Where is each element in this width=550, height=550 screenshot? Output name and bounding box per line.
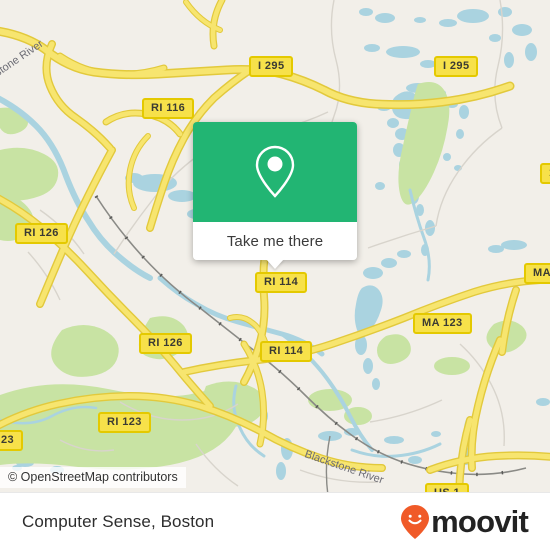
popup-pin-panel xyxy=(193,122,357,222)
place-name-label: Computer Sense, Boston xyxy=(22,511,215,531)
route-shield-ri123: RI 123 xyxy=(98,412,151,433)
route-shield-ma-edge: MA xyxy=(524,263,550,284)
route-shield-ri123-edge: 23 xyxy=(0,430,24,451)
route-shield-ri126-north: RI 126 xyxy=(15,223,68,244)
osm-attribution[interactable]: © OpenStreetMap contributors xyxy=(0,467,186,488)
take-me-there-label: Take me there xyxy=(226,232,324,250)
moovit-smiley-pin-icon xyxy=(401,504,430,539)
map-canvas[interactable]: I 295 I 295 RI 116 RI 126 RI 126 RI 114 RI 114… xyxy=(0,0,550,550)
route-shield-ri116: RI 116 xyxy=(142,98,195,119)
take-me-there-button[interactable]: Take me there xyxy=(193,222,357,269)
route-shield-i295-west: I 295 xyxy=(249,56,294,77)
moovit-map-screen: I 295 I 295 RI 116 RI 126 RI 126 RI 114 RI 114… xyxy=(0,0,550,550)
destination-popup-card[interactable]: Take me there xyxy=(193,122,357,269)
moovit-logo[interactable]: moovit xyxy=(400,504,529,540)
bottom-info-bar: Computer Sense, Boston moovit xyxy=(0,492,550,550)
route-shield-ma123: MA 123 xyxy=(413,313,472,334)
route-shield-ri114-north: RI 114 xyxy=(255,272,308,293)
popup-pointer-tail xyxy=(266,259,284,269)
route-shield-right-edge: 1 xyxy=(540,163,550,184)
moovit-wordmark: moovit xyxy=(431,504,529,539)
route-shield-ri114-south: RI 114 xyxy=(260,341,313,362)
location-pin-icon xyxy=(255,145,295,198)
route-shield-ri126-south: RI 126 xyxy=(139,333,192,354)
route-shield-i295-east: I 295 xyxy=(434,56,479,77)
